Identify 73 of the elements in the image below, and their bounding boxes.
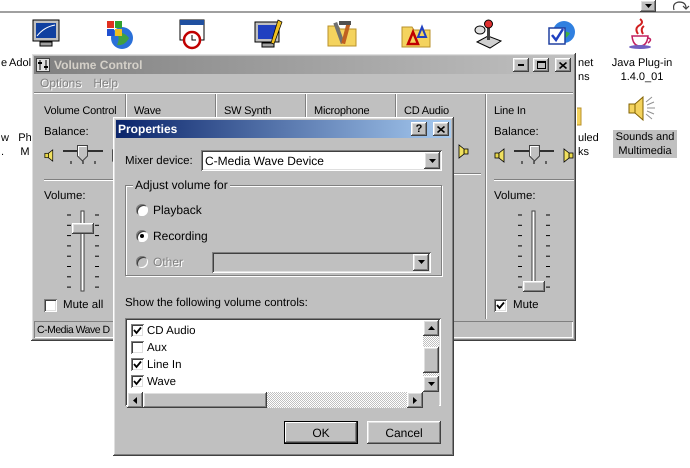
- caret-icon: [413, 396, 417, 404]
- icon-label[interactable]: Java Plug-in 1.4.0_01: [609, 56, 675, 84]
- checkbox[interactable]: [44, 298, 57, 312]
- slider-thumb[interactable]: [528, 145, 540, 162]
- mixer-icon: [36, 58, 50, 72]
- balance-slider[interactable]: [512, 145, 556, 165]
- list-item[interactable]: Wave: [147, 374, 176, 388]
- list-item[interactable]: Line In: [147, 358, 182, 372]
- minimize-icon: [518, 64, 524, 66]
- checkbox[interactable]: [494, 298, 507, 312]
- speaker-icon: [457, 144, 469, 159]
- caret-icon: [133, 396, 137, 404]
- column-title: SW Synth: [224, 104, 272, 118]
- option-label: Other: [153, 255, 184, 269]
- column-title: Wave: [134, 104, 162, 118]
- list-label: Show the following volume controls:: [125, 296, 309, 310]
- caret-icon: [428, 158, 436, 162]
- checkbox-label: Mute all: [63, 298, 104, 312]
- option-label: Playback: [153, 203, 203, 217]
- close-button[interactable]: [433, 122, 449, 136]
- caret-icon: [428, 326, 434, 330]
- icon-label[interactable]: Sounds and Multimedia: [613, 130, 677, 158]
- mixer-device-dropdown[interactable]: C-Media Wave Device: [201, 150, 442, 171]
- checkbox[interactable]: [131, 375, 144, 388]
- checkbox-label: Mute: [513, 298, 539, 312]
- balance-label: Balance:: [44, 125, 90, 139]
- volume-label: Volume:: [494, 189, 537, 203]
- horizontal-scrollbar[interactable]: [127, 392, 423, 408]
- checkbox[interactable]: [131, 324, 144, 337]
- balance-slider[interactable]: [60, 145, 104, 165]
- vertical-scrollbar[interactable]: [423, 320, 439, 392]
- monitor-pencil-icon[interactable]: [252, 18, 284, 50]
- dialog-button[interactable]: Cancel: [367, 421, 441, 444]
- column-title: Line In: [494, 104, 527, 118]
- caret-icon: [418, 260, 424, 264]
- status-text: C-Media Wave D: [37, 324, 110, 336]
- window-title: Properties: [118, 122, 178, 136]
- help-button[interactable]: ?: [411, 122, 427, 136]
- list-item[interactable]: Aux: [147, 340, 167, 354]
- slider-thumb[interactable]: [77, 145, 88, 162]
- window-title: Volume Control: [54, 58, 144, 72]
- speaker-icon: [494, 148, 506, 162]
- speaker-icon: [44, 148, 54, 162]
- caret-icon: [644, 4, 652, 8]
- scrollbar-corner: [423, 392, 439, 408]
- radio-button[interactable]: [136, 204, 148, 216]
- slider-thumb[interactable]: [72, 223, 94, 234]
- group-title: Adjust volume for: [133, 179, 230, 192]
- mixer-device-label: Mixer device:: [125, 154, 194, 168]
- checkbox[interactable]: [131, 341, 144, 354]
- checkbox[interactable]: [131, 358, 144, 371]
- slider-thumb[interactable]: [523, 281, 545, 292]
- dropdown-button[interactable]: [640, 0, 656, 12]
- speaker-icon: [562, 148, 574, 162]
- maximize-icon: [536, 61, 546, 69]
- balance-label: Balance:: [494, 125, 540, 139]
- close-icon: [559, 62, 567, 68]
- minimize-button[interactable]: [513, 58, 529, 72]
- maximize-button[interactable]: [533, 58, 549, 72]
- joystick-icon[interactable]: [472, 18, 504, 50]
- radio-button[interactable]: [136, 230, 148, 242]
- column-title: CD Audio: [404, 104, 450, 118]
- caret-icon: [428, 382, 434, 386]
- close-button[interactable]: [555, 58, 571, 72]
- volume-label: Volume:: [44, 189, 87, 203]
- other-dropdown[interactable]: [212, 252, 431, 272]
- column-title: Microphone: [314, 104, 370, 118]
- close-icon: [437, 126, 445, 132]
- controls-list[interactable]: CD Audio Aux Line In Wave: [125, 318, 441, 406]
- dialog-button[interactable]: OK: [284, 421, 358, 444]
- column-title: Volume Control: [44, 104, 118, 118]
- list-item[interactable]: CD Audio: [147, 324, 196, 338]
- curved-arrow-icon[interactable]: [670, 0, 690, 12]
